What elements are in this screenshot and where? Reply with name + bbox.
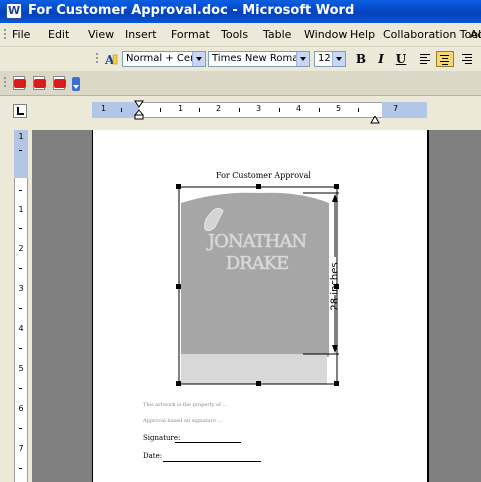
ruler-number: 6 xyxy=(18,404,24,413)
ruler-number: 3 xyxy=(18,284,24,293)
title-bar: For Customer Approval.doc - Microsoft Wo… xyxy=(0,0,481,23)
ruler-number: 2 xyxy=(216,104,222,113)
notice-line-2: Approval based on signature ... xyxy=(143,418,223,424)
ruler-number: 4 xyxy=(18,324,24,333)
headstone-image[interactable]: JONATHAN DRAKE 28 inches xyxy=(176,184,341,386)
menu-window[interactable]: Window xyxy=(304,28,347,41)
resize-handle[interactable] xyxy=(256,381,261,386)
align-left-button[interactable] xyxy=(416,51,434,67)
notice-line-1: This artwork is the property of ... xyxy=(143,402,228,408)
signature-label: Signature: xyxy=(143,434,181,442)
underline-button[interactable]: U xyxy=(392,51,410,67)
chevron-down-icon[interactable] xyxy=(332,52,345,66)
resize-handle[interactable] xyxy=(176,184,181,189)
styles-formatting-icon[interactable]: A xyxy=(104,52,118,67)
headstone-name-line1: JONATHAN xyxy=(207,231,307,252)
pdf-convert-icon[interactable] xyxy=(12,75,28,91)
right-indent-marker-icon[interactable] xyxy=(370,109,380,124)
ruler-number: 1 xyxy=(101,104,107,113)
chevron-down-icon[interactable] xyxy=(192,52,205,66)
menu-insert[interactable]: Insert xyxy=(125,28,157,41)
menu-collaboration-tools[interactable]: Collaboration Tools xyxy=(383,28,481,41)
ruler-number: 5 xyxy=(18,364,24,373)
resize-handle[interactable] xyxy=(176,284,181,289)
formatting-toolbar: A Normal + Cente Times New Roman 12 B I … xyxy=(0,47,481,71)
ruler-number: 5 xyxy=(336,104,342,113)
menu-edit[interactable]: Edit xyxy=(48,28,69,41)
document-heading: For Customer Approval xyxy=(216,171,311,180)
font-dropdown[interactable]: Times New Roman xyxy=(208,51,310,67)
date-line xyxy=(163,461,261,462)
font-value: Times New Roman xyxy=(212,53,305,64)
align-center-button[interactable] xyxy=(436,51,454,67)
vertical-ruler[interactable] xyxy=(14,130,28,482)
style-dropdown[interactable]: Normal + Cente xyxy=(122,51,206,67)
headstone-name-line2: DRAKE xyxy=(225,253,290,274)
chevron-down-icon[interactable] xyxy=(296,52,309,66)
left-margin-area xyxy=(92,102,139,118)
ruler-number: 1 xyxy=(18,205,24,214)
ruler-number: 4 xyxy=(296,104,302,113)
menu-file[interactable]: File xyxy=(12,28,30,41)
bold-button[interactable]: B xyxy=(352,51,370,67)
window-title: For Customer Approval.doc - Microsoft Wo… xyxy=(28,3,355,18)
word-doc-icon[interactable] xyxy=(6,3,22,19)
menu-view[interactable]: View xyxy=(88,28,114,41)
menu-table[interactable]: Table xyxy=(263,28,291,41)
resize-handle[interactable] xyxy=(256,184,261,189)
font-size-dropdown[interactable]: 12 xyxy=(314,51,346,67)
resize-handle[interactable] xyxy=(334,184,339,189)
ruler-number: 2 xyxy=(18,244,24,253)
resize-handle[interactable] xyxy=(334,284,339,289)
ruler-number: 7 xyxy=(18,444,24,453)
tab-selector-icon[interactable] xyxy=(13,104,27,118)
right-margin-area xyxy=(382,102,427,118)
document-page[interactable]: For Customer Approval JONATHAN DRAKE 28 … xyxy=(92,130,429,482)
align-right-button[interactable] xyxy=(458,51,476,67)
menu-acrobat[interactable]: Ac xyxy=(470,28,481,41)
menu-format[interactable]: Format xyxy=(171,28,210,41)
resize-handle[interactable] xyxy=(334,381,339,386)
headstone-name: JONATHAN DRAKE xyxy=(207,231,307,275)
toolbar-options-icon[interactable] xyxy=(72,77,80,91)
pdf-email-icon[interactable] xyxy=(32,75,48,91)
menu-tools[interactable]: Tools xyxy=(221,28,248,41)
resize-handle[interactable] xyxy=(176,381,181,386)
ruler-number: 1 xyxy=(178,104,184,113)
pdf-toolbar xyxy=(0,71,481,96)
italic-button[interactable]: I xyxy=(372,51,390,67)
ruler-number: 1 xyxy=(18,132,24,141)
ruler-number: 3 xyxy=(256,104,262,113)
font-size-value: 12 xyxy=(318,53,331,64)
date-label: Date: xyxy=(143,452,163,460)
menu-help[interactable]: Help xyxy=(350,28,375,41)
ruler-number: 7 xyxy=(393,104,399,113)
indent-marker-icon[interactable] xyxy=(133,100,145,120)
menu-bar: File Edit View Insert Format Tools Table… xyxy=(0,23,481,47)
pdf-review-icon[interactable] xyxy=(52,75,68,91)
signature-line xyxy=(175,442,241,443)
